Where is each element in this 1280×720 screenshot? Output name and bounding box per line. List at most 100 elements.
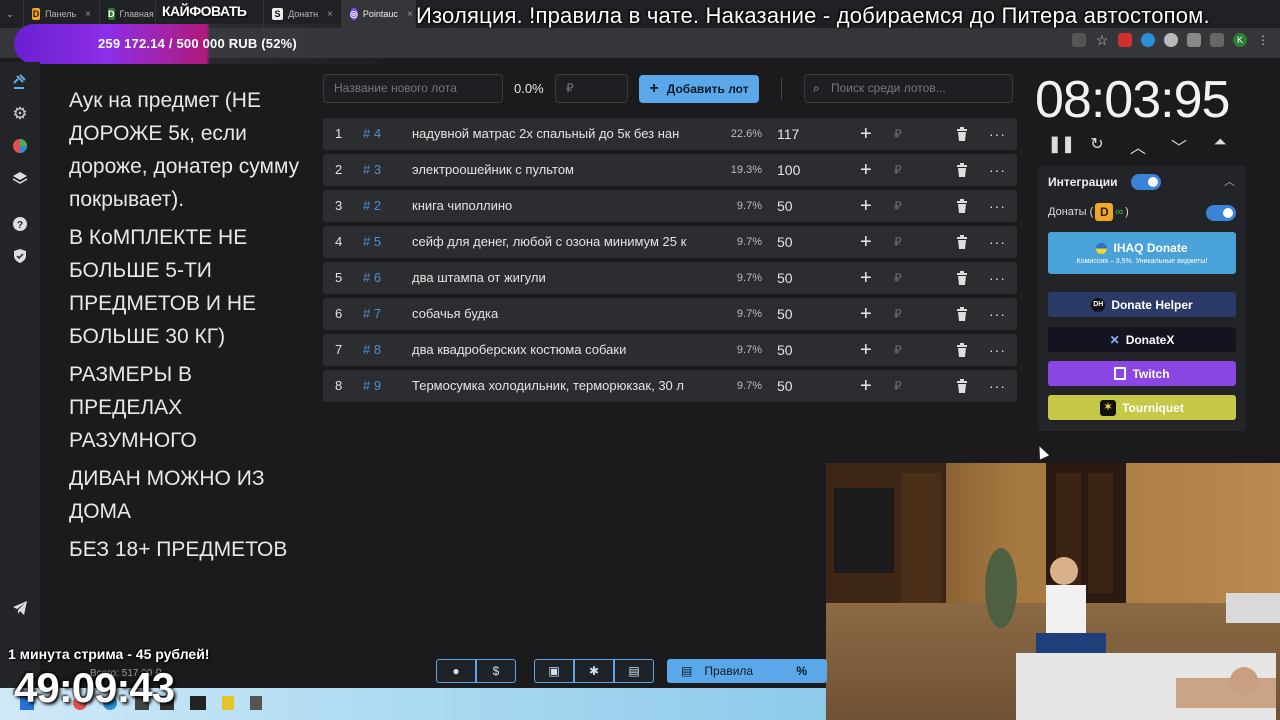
lot-index: 2	[335, 162, 343, 177]
add-amount-input[interactable]: ₽	[894, 298, 902, 330]
donations-toggle[interactable]	[1206, 205, 1236, 221]
add-amount-icon[interactable]: +	[860, 298, 872, 330]
percent-icon[interactable]: %	[796, 664, 807, 678]
more-icon[interactable]: ···	[989, 370, 1006, 402]
trash-icon[interactable]	[956, 154, 968, 189]
donatex-button[interactable]: ✕ DonateX	[1048, 327, 1236, 352]
add-amount-input[interactable]: ₽	[894, 118, 902, 150]
collapse-chevron-icon[interactable]: ︿	[1224, 173, 1235, 189]
bug-icon[interactable]: ✱	[574, 659, 614, 683]
add-amount-icon[interactable]: +	[860, 154, 872, 186]
lot-id: # 3	[363, 162, 382, 177]
more-icon[interactable]: ···	[989, 118, 1006, 150]
close-icon[interactable]: ×	[327, 9, 333, 20]
lot-amount: 50	[777, 306, 793, 322]
list-icon[interactable]	[1210, 33, 1224, 47]
new-lot-amount-input[interactable]: ₽	[555, 74, 628, 103]
lot-index: 3	[335, 198, 343, 213]
lot-name-input[interactable]: два штампа от жигули	[412, 262, 705, 294]
adblock-icon[interactable]	[1118, 33, 1132, 47]
integrations-toggle[interactable]	[1131, 174, 1161, 190]
more-icon[interactable]: ···	[989, 190, 1006, 222]
add-amount-icon[interactable]: +	[860, 226, 872, 258]
d-logo-icon: D	[108, 8, 115, 20]
trash-icon[interactable]	[956, 298, 968, 333]
add-amount-input[interactable]: ₽	[894, 334, 902, 366]
lot-name-input[interactable]: два квадроберских костюма собаки	[412, 334, 705, 366]
close-icon[interactable]: ×	[85, 9, 91, 20]
donate-helper-button[interactable]: DH Donate Helper	[1048, 292, 1236, 317]
lot-id: # 6	[363, 270, 382, 285]
trash-icon[interactable]	[956, 190, 968, 225]
tab-menu-button[interactable]: ⌄	[0, 0, 24, 28]
pause-icon[interactable]: ❚❚	[1048, 134, 1075, 158]
rules-line: ДИВАН МОЖНО ИЗ ДОМА	[69, 467, 265, 523]
star-icon[interactable]: ☆	[1095, 33, 1109, 47]
lot-index: 5	[335, 270, 343, 285]
layers-icon[interactable]	[10, 168, 30, 188]
more-icon[interactable]: ···	[989, 154, 1006, 186]
add-amount-icon[interactable]: +	[860, 118, 872, 150]
telegram-icon[interactable]	[10, 598, 30, 618]
more-icon[interactable]: ···	[989, 262, 1006, 294]
trash-icon[interactable]	[956, 118, 968, 153]
dollar-icon[interactable]: $	[476, 659, 516, 683]
more-icon[interactable]: ···	[989, 334, 1006, 366]
new-lot-name-input[interactable]: Название нового лота	[323, 74, 503, 103]
trash-icon[interactable]	[956, 262, 968, 297]
add-amount-icon[interactable]: +	[860, 190, 872, 222]
tourniquet-icon: ✶	[1100, 399, 1117, 416]
help-icon[interactable]: ?	[10, 214, 30, 234]
kebab-menu-icon[interactable]: ⋮	[1256, 33, 1270, 47]
twitch-button[interactable]: Twitch	[1048, 361, 1236, 386]
more-icon[interactable]: ···	[989, 226, 1006, 258]
gear-icon[interactable]: ⚙	[10, 104, 30, 124]
save-icon[interactable]: ▣	[534, 659, 574, 683]
gavel-icon[interactable]	[10, 72, 30, 92]
more-icon[interactable]: ···	[989, 298, 1006, 330]
add-amount-input[interactable]: ₽	[894, 370, 902, 402]
double-chevron-up-icon[interactable]: ⏶	[1212, 134, 1228, 158]
chevron-down-icon[interactable]: ﹀	[1171, 134, 1187, 158]
lot-name-input[interactable]: собачья будка	[412, 298, 705, 330]
trash-icon[interactable]	[956, 370, 968, 405]
profile-avatar[interactable]: K	[1233, 33, 1247, 47]
add-amount-icon[interactable]: +	[860, 370, 872, 402]
add-amount-input[interactable]: ₽	[894, 262, 902, 294]
delete-all-icon[interactable]: ▤	[614, 659, 654, 683]
ihaq-donate-button[interactable]: IHAQ Donate Комиссия – 3,5%. Уникальные …	[1048, 232, 1236, 274]
extension-icon[interactable]	[1141, 33, 1155, 47]
trash-icon[interactable]	[956, 334, 968, 369]
close-icon[interactable]: ×	[407, 9, 413, 20]
add-amount-input[interactable]: ₽	[894, 190, 902, 222]
integrations-panel: Интеграции ︿ Донаты ( D ∞ ) IHAQ Donate …	[1038, 165, 1246, 431]
lot-name-input[interactable]: надувной матрас 2х спальный до 5к без на…	[412, 118, 705, 150]
translate-icon[interactable]	[1072, 33, 1086, 47]
github-icon[interactable]: ●	[436, 659, 476, 683]
lot-percent: 9.7%	[736, 344, 762, 356]
reset-icon[interactable]: ↻	[1089, 134, 1105, 158]
wheel-icon[interactable]	[10, 136, 30, 156]
rules-button[interactable]: ▤ Правила %	[667, 659, 827, 683]
add-amount-input[interactable]: ₽	[894, 226, 902, 258]
trash-icon[interactable]	[956, 226, 968, 261]
lot-percent: 22.6%	[730, 128, 762, 140]
add-amount-input[interactable]: ₽	[894, 154, 902, 186]
tourniquet-button[interactable]: ✶ Tourniquet	[1048, 395, 1236, 420]
add-amount-icon[interactable]: +	[860, 334, 872, 366]
puzzle-icon[interactable]	[1187, 33, 1201, 47]
shield-icon[interactable]	[10, 246, 30, 266]
lot-name-input[interactable]: сейф для денег, любой с озона минимум 25…	[412, 226, 705, 258]
add-amount-icon[interactable]: +	[860, 262, 872, 294]
add-lot-button[interactable]: + Добавить лот	[639, 75, 759, 103]
lot-name-input[interactable]: книга чиполлино	[412, 190, 705, 222]
twitch-icon	[1114, 367, 1127, 380]
s-logo-icon: S	[272, 8, 284, 20]
chevron-up-icon[interactable]: ︿	[1130, 134, 1146, 158]
lot-id: # 2	[363, 198, 382, 213]
search-input[interactable]: ⌕ Поиск среди лотов...	[804, 74, 1013, 103]
lot-name-input[interactable]: электроошейник с пультом	[412, 154, 705, 186]
lot-name-input[interactable]: Термосумка холодильник, терморюкзак, 30 …	[412, 370, 705, 402]
extension-icon[interactable]	[1164, 33, 1178, 47]
